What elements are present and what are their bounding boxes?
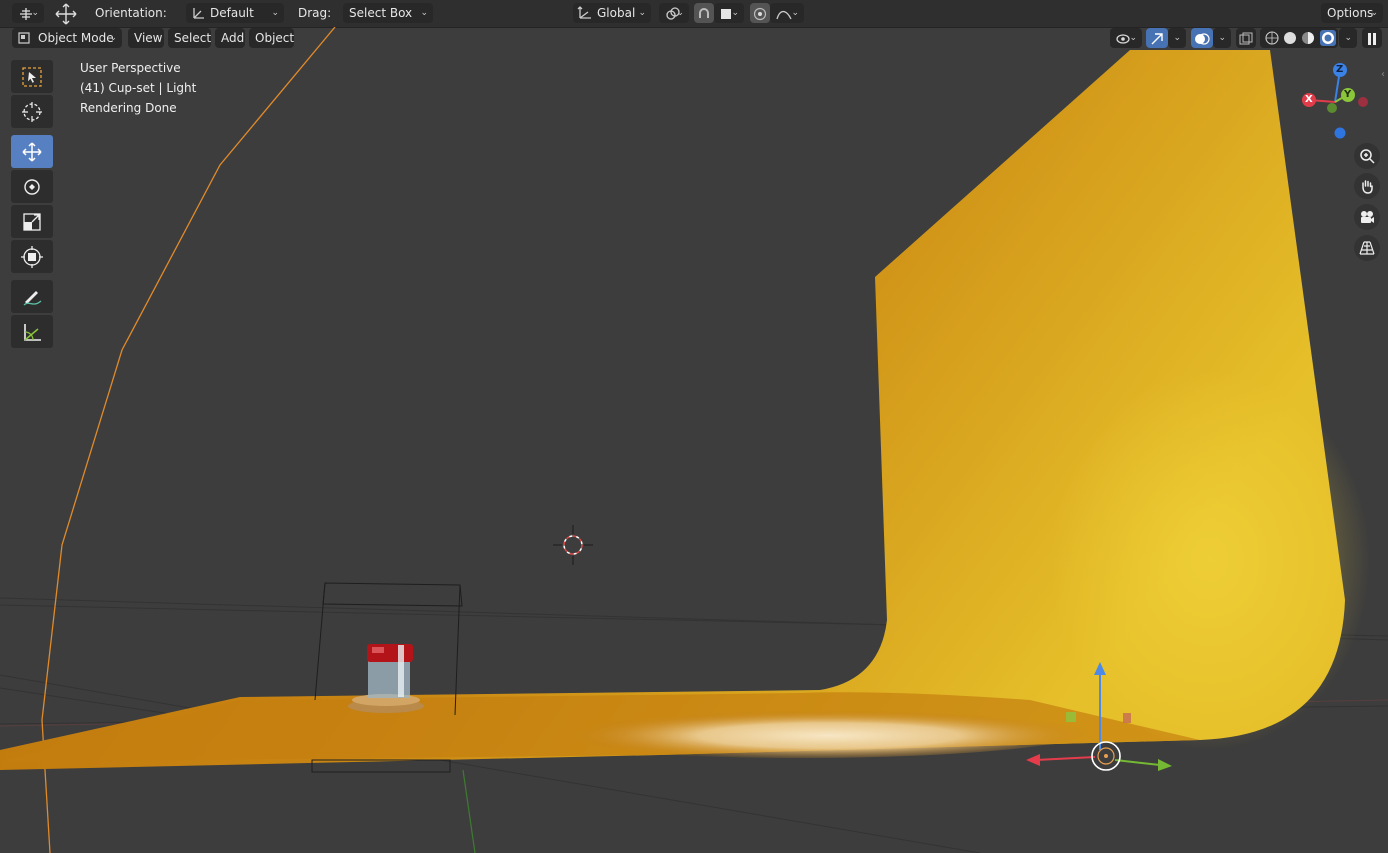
viewport-scene [0, 27, 1388, 853]
drag-value: Select Box [349, 6, 413, 20]
xray-toggle[interactable] [1236, 28, 1256, 48]
shading-modes[interactable] [1260, 28, 1338, 48]
view-perspective-text: User Perspective [80, 61, 181, 75]
floor-highlight [510, 702, 1090, 758]
tool-measure[interactable] [11, 315, 53, 348]
camera-view-button[interactable] [1354, 204, 1380, 230]
snap-target-dropdown[interactable]: ⌄ [714, 3, 744, 23]
options-label: Options [1327, 6, 1374, 20]
global-axes-icon [577, 6, 591, 19]
wall-highlight [1050, 370, 1370, 750]
annotate-icon [23, 290, 42, 306]
falloff-curve-icon [776, 10, 792, 19]
transform-space-value: Global [597, 6, 636, 20]
tool-rotate[interactable] [11, 170, 53, 203]
render-status-text: Rendering Done [80, 101, 177, 115]
measure-icon [24, 323, 41, 341]
overlay-icon [1195, 32, 1210, 45]
gizmo-icon [1151, 32, 1163, 44]
gizmo-y-label: Y [1344, 89, 1352, 100]
active-object-text: (41) Cup-set | Light [80, 81, 197, 95]
shading-dropdown[interactable]: ⌄ [1339, 28, 1357, 48]
move-tool-icon[interactable] [54, 3, 78, 25]
snap-increment-icon [721, 8, 731, 19]
menu-add-label: Add [221, 31, 245, 45]
cursor-icon [22, 101, 42, 122]
tool-settings-bar: ⌄ Orientation: Default ⌄ Drag: Select Bo… [0, 0, 1388, 28]
menu-add[interactable]: Add [215, 28, 245, 48]
scale-icon [23, 212, 41, 231]
pause-icon [1368, 32, 1376, 45]
gizmo-z-label: Z [1336, 64, 1344, 75]
select-box-icon [22, 66, 42, 87]
hand-icon [1362, 180, 1373, 194]
proportional-edit-icon [753, 7, 767, 20]
3d-cursor [553, 525, 593, 565]
xray-icon [1239, 32, 1253, 44]
tool-cursor[interactable] [11, 95, 53, 128]
object-mode-icon [18, 32, 30, 44]
pause-render-button[interactable] [1362, 28, 1382, 48]
transform-orientation-dropdown[interactable]: Global ⌄ [573, 3, 651, 23]
tool-move[interactable] [11, 135, 53, 168]
eye-icon [1116, 33, 1130, 44]
y-axis-line [462, 769, 476, 853]
menu-select-label: Select [174, 31, 212, 45]
tool-scale[interactable] [11, 205, 53, 238]
perspective-toggle-button[interactable] [1354, 235, 1380, 261]
menu-select[interactable]: Select [168, 28, 211, 48]
zoom-button[interactable] [1354, 143, 1380, 169]
pivot-point-button[interactable]: ⌄ [659, 3, 689, 23]
gizmo-x-label: X [1305, 94, 1313, 105]
menu-view[interactable]: View [128, 28, 164, 48]
snap-toggle[interactable] [694, 3, 714, 23]
overlay-toggle[interactable] [1191, 28, 1213, 48]
proportional-edit-toggle[interactable] [750, 3, 770, 23]
mode-value: Object Mode [38, 31, 114, 45]
menu-object-label: Object [255, 31, 295, 45]
overlay-dropdown[interactable]: ⌄ [1213, 28, 1231, 48]
magnet-icon [699, 7, 709, 18]
camera-icon [1361, 211, 1374, 223]
rotate-icon [24, 178, 40, 195]
menu-object[interactable]: Object [249, 28, 294, 48]
tool-select-box[interactable] [11, 60, 53, 93]
drag-label: Drag: [298, 6, 332, 20]
menu-view-label: View [134, 31, 163, 45]
tool-transform[interactable] [11, 240, 53, 273]
options-dropdown[interactable]: Options ⌄ [1321, 3, 1383, 23]
transform-icon [21, 245, 43, 268]
sidebar-toggle-icon[interactable]: ‹ [1381, 69, 1388, 83]
3d-viewport[interactable]: Object Mode ⌄ View Select Add Object ⌄ ⌄… [0, 27, 1388, 853]
visibility-dropdown[interactable]: ⌄ [1110, 28, 1142, 48]
orientation-label: Orientation: [95, 6, 167, 20]
gizmo-toggle[interactable] [1146, 28, 1168, 48]
orientation-icon [193, 8, 204, 19]
mode-dropdown[interactable]: Object Mode ⌄ [12, 28, 122, 48]
gizmo-dropdown[interactable]: ⌄ [1168, 28, 1186, 48]
move-icon [22, 141, 42, 162]
transform-pivot-button[interactable]: ⌄ [12, 3, 44, 23]
shading-icons [1265, 30, 1336, 46]
grid-perspective-icon [1359, 241, 1375, 255]
tool-annotate[interactable] [11, 280, 53, 313]
orientation-value: Default [210, 6, 254, 20]
orientation-dropdown[interactable]: Default ⌄ [186, 3, 284, 23]
zoom-icon [1360, 149, 1375, 164]
cup-set-object [348, 644, 424, 713]
proportional-falloff-dropdown[interactable]: ⌄ [770, 3, 804, 23]
drag-dropdown[interactable]: Select Box ⌄ [343, 3, 433, 23]
pan-button[interactable] [1354, 173, 1380, 199]
